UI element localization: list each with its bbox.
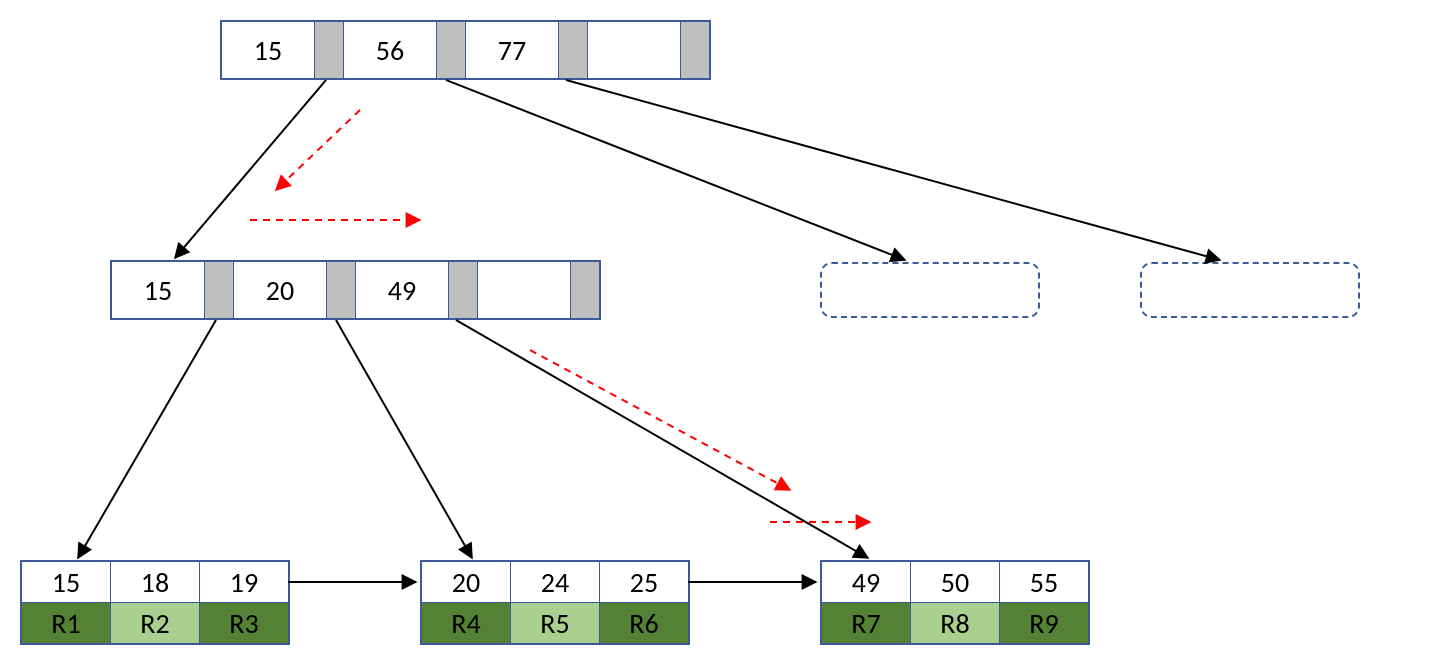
leaf0-key-0: 15 <box>22 562 111 603</box>
root-ptr-1 <box>437 22 466 78</box>
edge-root-to-ph3 <box>566 80 1220 260</box>
leaf2-key-0: 49 <box>822 562 911 603</box>
child-key-0: 15 <box>112 262 205 318</box>
leaf2-key-1: 50 <box>911 562 1000 603</box>
root-ptr-0 <box>315 22 344 78</box>
leaf2-rec-1: R8 <box>911 603 1000 643</box>
leaf1-rec-0: R4 <box>422 603 511 643</box>
leaf2-rec-2: R9 <box>1000 603 1088 643</box>
root-ptr-3 <box>681 22 709 78</box>
edge-root-to-child0 <box>175 80 326 258</box>
leaf1-key-1: 24 <box>511 562 600 603</box>
root-key-empty <box>588 22 681 78</box>
leaf0-key-1: 18 <box>111 562 200 603</box>
trace-down-2 <box>530 350 790 490</box>
leaf2-key-2: 55 <box>1000 562 1088 603</box>
leaf1-rec-1: R5 <box>511 603 600 643</box>
btree-leaf-0: 15 18 19 R1 R2 R3 <box>20 560 290 645</box>
child-key-empty <box>478 262 571 318</box>
edge-child-to-leaf1 <box>336 320 472 558</box>
child-key-2: 49 <box>356 262 449 318</box>
trace-down-1 <box>276 110 360 190</box>
btree-child-node: 15 20 49 <box>110 260 601 320</box>
edge-child-to-leaf2 <box>456 320 868 558</box>
edge-child-to-leaf0 <box>78 320 216 558</box>
root-key-2: 77 <box>466 22 559 78</box>
leaf0-rec-2: R3 <box>200 603 288 643</box>
leaf0-rec-1: R2 <box>111 603 200 643</box>
child-ptr-1 <box>327 262 356 318</box>
leaf0-rec-0: R1 <box>22 603 111 643</box>
child-ptr-2 <box>449 262 478 318</box>
leaf1-key-0: 20 <box>422 562 511 603</box>
root-ptr-2 <box>559 22 588 78</box>
child-ptr-3 <box>571 262 599 318</box>
btree-leaf-2: 49 50 55 R7 R8 R9 <box>820 560 1090 645</box>
placeholder-child-3 <box>1140 262 1360 318</box>
leaf2-rec-0: R7 <box>822 603 911 643</box>
leaf1-rec-2: R6 <box>600 603 688 643</box>
root-key-1: 56 <box>344 22 437 78</box>
leaf1-key-2: 25 <box>600 562 688 603</box>
btree-root-node: 15 56 77 <box>220 20 711 80</box>
edge-root-to-ph2 <box>446 80 905 260</box>
root-key-0: 15 <box>222 22 315 78</box>
leaf0-key-2: 19 <box>200 562 288 603</box>
child-ptr-0 <box>205 262 234 318</box>
child-key-1: 20 <box>234 262 327 318</box>
btree-leaf-1: 20 24 25 R4 R5 R6 <box>420 560 690 645</box>
placeholder-child-2 <box>820 262 1040 318</box>
